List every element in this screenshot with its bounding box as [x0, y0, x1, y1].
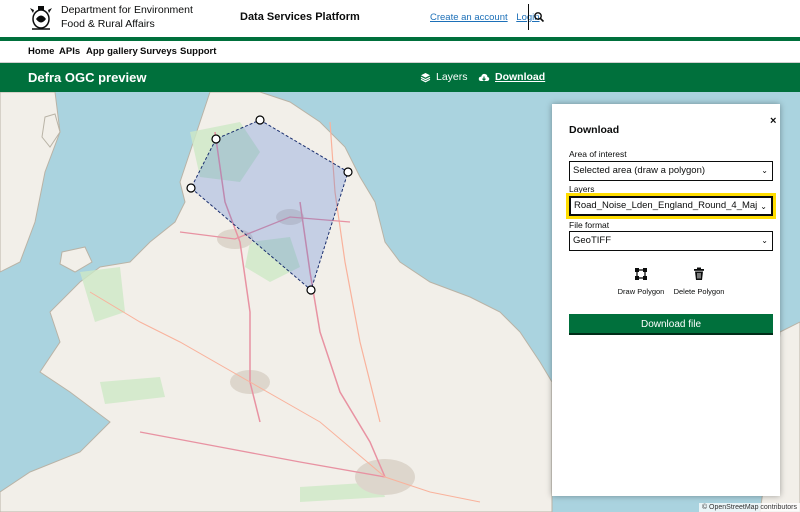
area-of-interest-value: Selected area (draw a polygon): [573, 165, 706, 176]
layers-label: Layers: [569, 184, 595, 194]
download-panel: Download × Area of interest Selected are…: [552, 104, 780, 496]
app-bar: Defra OGC preview Layers Download: [0, 63, 800, 92]
trash-icon: [694, 267, 704, 280]
file-format-value: GeoTIFF: [573, 235, 612, 246]
polygon-vertex: [211, 134, 221, 144]
cloud-download-icon: [478, 73, 490, 81]
layers-select[interactable]: Road_Noise_Lden_England_Round_4_Maj ⌄: [566, 193, 776, 219]
create-account-link[interactable]: Create an account: [430, 12, 508, 23]
layers-button-label: Layers: [436, 71, 468, 83]
polygon-vertex: [343, 167, 353, 177]
download-button[interactable]: Download: [478, 71, 545, 83]
delete-polygon-button[interactable]: Delete Polygon: [669, 267, 729, 296]
draw-polygon-label: Draw Polygon: [617, 287, 665, 296]
page-title: Defra OGC preview: [28, 70, 147, 85]
royal-crest-icon: [30, 6, 52, 30]
land-anglesey: [59, 246, 93, 273]
chevron-down-icon: ⌄: [761, 166, 768, 175]
layers-icon: [420, 72, 431, 82]
draw-polygon-button[interactable]: Draw Polygon: [611, 267, 671, 296]
main-navigation: Home APIs App gallery Surveys Support: [0, 41, 800, 63]
polygon-vertex: [255, 115, 265, 125]
map-attribution[interactable]: © OpenStreetMap contributors: [698, 503, 800, 512]
nav-item-app-gallery[interactable]: App gallery: [86, 46, 138, 57]
nav-item-apis[interactable]: APIs: [59, 46, 80, 57]
organisation-name[interactable]: Department for Environment Food & Rural …: [61, 3, 193, 31]
header-divider: [528, 4, 529, 30]
panel-title: Download: [569, 124, 620, 136]
search-icon[interactable]: [533, 11, 545, 23]
area-of-interest-label: Area of interest: [569, 149, 627, 159]
polygon-vertex: [186, 183, 196, 193]
nav-item-home[interactable]: Home: [28, 46, 54, 57]
layers-select-value: Road_Noise_Lden_England_Round_4_Maj: [574, 200, 758, 211]
close-icon[interactable]: ×: [770, 115, 776, 127]
site-header: Department for Environment Food & Rural …: [0, 0, 800, 37]
org-name-line1: Department for Environment: [61, 4, 193, 16]
chevron-down-icon: ⌄: [761, 236, 768, 245]
nav-item-surveys[interactable]: Surveys: [140, 46, 177, 57]
draw-polygon-icon: [635, 268, 647, 280]
service-name[interactable]: Data Services Platform: [240, 11, 360, 23]
file-format-label: File format: [569, 220, 610, 230]
download-file-button[interactable]: Download file: [569, 314, 773, 335]
layers-button[interactable]: Layers: [420, 71, 468, 83]
polygon-vertex: [306, 285, 316, 295]
chevron-down-icon: ⌄: [760, 202, 767, 211]
delete-polygon-label: Delete Polygon: [673, 287, 725, 296]
nav-item-support[interactable]: Support: [180, 46, 216, 57]
org-name-line2: Food & Rural Affairs: [61, 18, 155, 30]
file-format-select[interactable]: GeoTIFF ⌄: [569, 231, 773, 251]
area-of-interest-select[interactable]: Selected area (draw a polygon) ⌄: [569, 161, 773, 181]
download-button-label: Download: [495, 71, 546, 83]
